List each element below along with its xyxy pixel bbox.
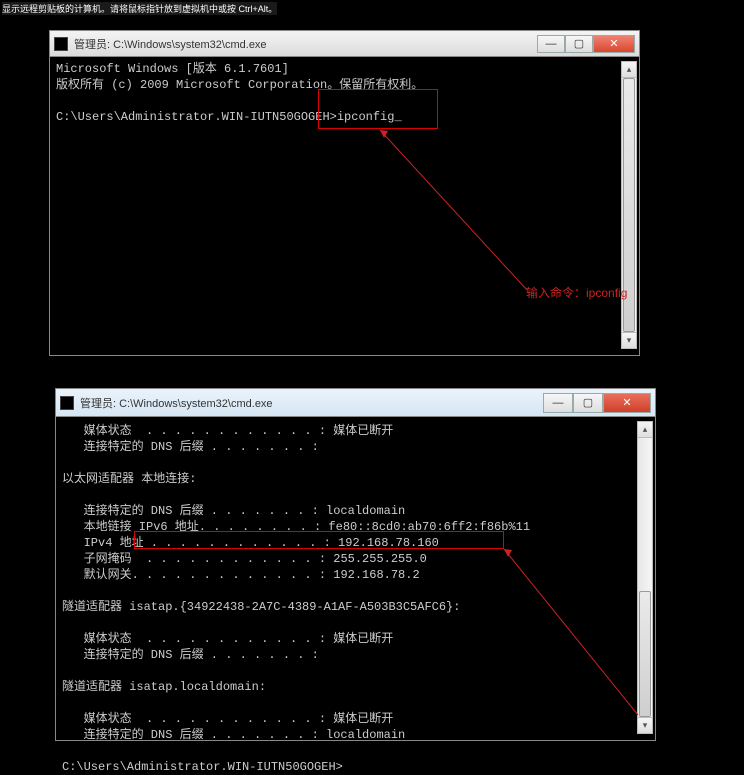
window-title-2: 管理员: C:\Windows\system32\cmd.exe [80,395,543,411]
line: 连接特定的 DNS 后缀 . . . . . . . : localdomain [62,504,405,518]
line: 媒体状态 . . . . . . . . . . . . : 媒体已断开 [62,424,393,438]
line: 媒体状态 . . . . . . . . . . . . : 媒体已断开 [62,632,393,646]
window-title-1: 管理员: C:\Windows\system32\cmd.exe [74,36,537,52]
scroll-down-button[interactable]: ▾ [622,332,636,348]
cmd-window-2: 管理员: C:\Windows\system32\cmd.exe — ▢ ✕ 媒… [55,388,656,741]
titlebar-1[interactable]: 管理员: C:\Windows\system32\cmd.exe — ▢ ✕ [50,31,639,57]
maximize-button[interactable]: ▢ [565,35,593,53]
close-button[interactable]: ✕ [603,393,651,413]
cmd-icon [54,37,68,51]
titlebar-2[interactable]: 管理员: C:\Windows\system32\cmd.exe — ▢ ✕ [56,389,655,417]
maximize-button[interactable]: ▢ [573,393,603,413]
close-button[interactable]: ✕ [593,35,635,53]
vm-hint-text: 显示远程剪贴板的计算机。请将鼠标指针放到虚拟机中或按 Ctrl+Alt。 [2,2,277,15]
scroll-track[interactable] [638,438,652,717]
scrollbar-1[interactable]: ▴ ▾ [621,61,637,349]
window-buttons-1: — ▢ ✕ [537,35,635,53]
terminal-output-2[interactable]: 媒体状态 . . . . . . . . . . . . : 媒体已断开 连接特… [62,423,649,734]
line: 隧道适配器 isatap.{34922438-2A7C-4389-A1AF-A5… [62,600,460,614]
line: 默认网关. . . . . . . . . . . . . : 192.168.… [62,568,420,582]
scroll-thumb[interactable] [639,591,651,717]
line: Microsoft Windows [版本 6.1.7601] [56,62,289,76]
minimize-button[interactable]: — [543,393,573,413]
scrollbar-2[interactable]: ▴ ▾ [637,421,653,734]
annotation-text-1: 输入命令：ipconfig [526,284,627,301]
line: 连接特定的 DNS 后缀 . . . . . . . : localdomain [62,728,405,742]
line: 连接特定的 DNS 后缀 . . . . . . . : [62,440,319,454]
line: 连接特定的 DNS 后缀 . . . . . . . : [62,648,319,662]
line: C:\Users\Administrator.WIN-IUTN50GOGEH>i… [56,110,402,124]
scroll-up-button[interactable]: ▴ [622,62,636,78]
minimize-button[interactable]: — [537,35,565,53]
line: 隧道适配器 isatap.localdomain: [62,680,266,694]
line: 子网掩码 . . . . . . . . . . . . : 255.255.2… [62,552,427,566]
line: C:\Users\Administrator.WIN-IUTN50GOGEH> [62,760,343,774]
cmd-icon [60,396,74,410]
scroll-down-button[interactable]: ▾ [638,717,652,733]
line: 媒体状态 . . . . . . . . . . . . : 媒体已断开 [62,712,393,726]
line: 以太网适配器 本地连接: [62,472,196,486]
terminal-output-1[interactable]: Microsoft Windows [版本 6.1.7601] 版权所有 (c)… [56,61,633,349]
scroll-up-button[interactable]: ▴ [638,422,652,438]
cmd-window-1: 管理员: C:\Windows\system32\cmd.exe — ▢ ✕ M… [49,30,640,356]
line: 版权所有 (c) 2009 Microsoft Corporation。保留所有… [56,78,423,92]
line: IPv4 地址 . . . . . . . . . . . . : 192.16… [62,536,439,550]
line: 本地链接 IPv6 地址. . . . . . . . : fe80::8cd0… [62,520,530,534]
window-buttons-2: — ▢ ✕ [543,393,651,413]
